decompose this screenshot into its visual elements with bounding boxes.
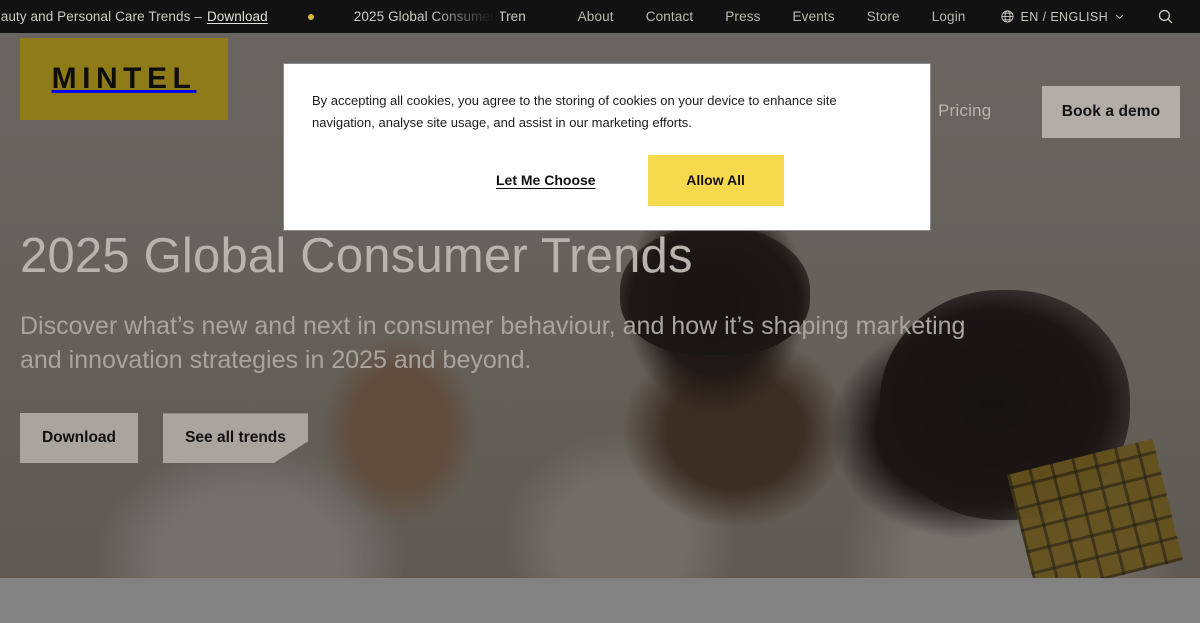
ticker-item-text: 2025 Global Consumer Tren	[353, 9, 526, 24]
hero-copy: 2025 Global Consumer Trends Discover wha…	[20, 229, 1020, 464]
let-me-choose-button[interactable]: Let Me Choose	[482, 162, 610, 198]
book-a-demo-button[interactable]: Book a demo	[1042, 86, 1180, 138]
ticker-item[interactable]: 2025 Global Consumer Tren	[354, 9, 526, 24]
mintel-logo[interactable]: MINTEL	[20, 38, 228, 120]
utility-link-press[interactable]: Press	[709, 9, 776, 24]
utility-link-contact[interactable]: Contact	[630, 9, 710, 24]
dot-icon	[307, 13, 314, 20]
page-title: 2025 Global Consumer Trends	[20, 229, 693, 283]
utility-link-events[interactable]: Events	[777, 9, 851, 24]
ticker-download-link[interactable]: Download	[207, 9, 268, 24]
utility-link-store[interactable]: Store	[851, 9, 916, 24]
hero-cta-group: Download See all trends	[20, 413, 1020, 464]
below-fold-strip	[0, 578, 1200, 623]
cookie-consent-text: By accepting all cookies, you agree to t…	[312, 93, 837, 130]
search-button[interactable]	[1139, 8, 1184, 25]
globe-icon	[1000, 10, 1014, 23]
ticker-track: Beauty and Personal Care Trends – Downlo…	[0, 9, 526, 24]
mintel-logo-text: MINTEL	[51, 62, 197, 95]
cookie-consent-actions: Let Me Choose Allow All	[312, 154, 902, 206]
utility-link-login[interactable]: Login	[916, 9, 982, 24]
chevron-down-icon	[1115, 14, 1124, 19]
nav-item-pricing[interactable]: Pricing	[938, 101, 991, 121]
search-icon	[1158, 9, 1173, 24]
page-root: 2025 Global Consumer Trends Discover wha…	[0, 0, 1200, 623]
hero-subtitle: Discover what’s new and next in consumer…	[20, 311, 966, 374]
ticker-item[interactable]: Beauty and Personal Care Trends – Downlo…	[0, 9, 268, 24]
cookie-consent-dialog: By accepting all cookies, you agree to t…	[283, 63, 931, 231]
language-label: EN / ENGLISH	[1020, 9, 1108, 24]
allow-all-button[interactable]: Allow All	[647, 154, 784, 206]
download-button[interactable]: Download	[20, 413, 138, 464]
ticker-item-text: Beauty and Personal Care Trends –	[0, 9, 202, 24]
utility-link-about[interactable]: About	[562, 9, 630, 24]
language-selector[interactable]: EN / ENGLISH	[982, 9, 1139, 24]
utility-nav: About Contact Press Events Store Login E…	[561, 0, 1200, 33]
see-all-trends-button[interactable]: See all trends	[163, 413, 308, 464]
